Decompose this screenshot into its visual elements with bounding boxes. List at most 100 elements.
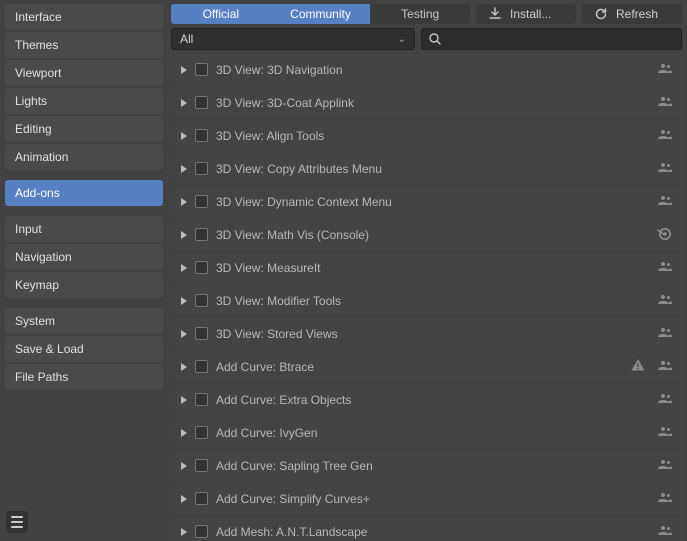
addon-list: 3D View: 3D Navigation 3D View: 3D-Coat A… — [171, 54, 682, 541]
sidebar-item-system[interactable]: System — [5, 308, 163, 334]
sidebar-item-navigation[interactable]: Navigation — [5, 244, 163, 270]
addon-badges — [630, 357, 672, 376]
community-icon — [656, 390, 672, 409]
category-dropdown[interactable]: All ⌄ — [171, 28, 415, 50]
disclosure-triangle[interactable] — [181, 198, 187, 206]
enable-checkbox[interactable] — [195, 492, 208, 505]
addon-badges — [656, 489, 672, 508]
community-icon — [656, 324, 672, 343]
addon-name: Add Mesh: A.N.T.Landscape — [216, 525, 648, 539]
addon-row: Add Curve: Btrace — [171, 351, 682, 382]
addon-badges — [656, 225, 672, 244]
disclosure-triangle[interactable] — [181, 132, 187, 140]
enable-checkbox[interactable] — [195, 63, 208, 76]
enable-checkbox[interactable] — [195, 129, 208, 142]
community-icon — [656, 126, 672, 145]
enable-checkbox[interactable] — [195, 228, 208, 241]
addon-badges — [656, 258, 672, 277]
support-level-tabs: OfficialCommunityTesting — [171, 4, 470, 24]
addon-row: Add Curve: Extra Objects — [171, 384, 682, 415]
search-field[interactable] — [421, 28, 682, 50]
addon-row: 3D View: 3D Navigation — [171, 54, 682, 85]
enable-checkbox[interactable] — [195, 459, 208, 472]
sidebar-item-lights[interactable]: Lights — [5, 88, 163, 114]
addon-row: 3D View: Math Vis (Console) — [171, 219, 682, 250]
enable-checkbox[interactable] — [195, 393, 208, 406]
enable-checkbox[interactable] — [195, 195, 208, 208]
addon-name: 3D View: Stored Views — [216, 327, 648, 341]
enable-checkbox[interactable] — [195, 261, 208, 274]
refresh-icon — [594, 7, 608, 21]
enable-checkbox[interactable] — [195, 294, 208, 307]
addon-badges — [656, 423, 672, 442]
enable-checkbox[interactable] — [195, 360, 208, 373]
sidebar-item-file-paths[interactable]: File Paths — [5, 364, 163, 390]
disclosure-triangle[interactable] — [181, 462, 187, 470]
sidebar-item-add-ons[interactable]: Add-ons — [5, 180, 163, 206]
community-icon — [656, 159, 672, 178]
addon-row: 3D View: Align Tools — [171, 120, 682, 151]
addon-row: Add Curve: Sapling Tree Gen — [171, 450, 682, 481]
disclosure-triangle[interactable] — [181, 396, 187, 404]
search-icon — [428, 32, 442, 46]
addons-toolbar: OfficialCommunityTesting Install... Refr… — [171, 4, 682, 24]
addon-name: 3D View: 3D Navigation — [216, 63, 648, 77]
tab-testing[interactable]: Testing — [370, 4, 470, 24]
sidebar-item-save-load[interactable]: Save & Load — [5, 336, 163, 362]
sidebar-item-viewport[interactable]: Viewport — [5, 60, 163, 86]
sidebar-item-editing[interactable]: Editing — [5, 116, 163, 142]
refresh-label: Refresh — [616, 7, 658, 21]
refresh-button[interactable]: Refresh — [582, 4, 682, 24]
sidebar-item-keymap[interactable]: Keymap — [5, 272, 163, 298]
disclosure-triangle[interactable] — [181, 66, 187, 74]
category-value: All — [180, 32, 193, 46]
addon-badges — [656, 324, 672, 343]
disclosure-triangle[interactable] — [181, 231, 187, 239]
addon-badges — [656, 126, 672, 145]
community-icon — [656, 60, 672, 79]
addon-badges — [656, 522, 672, 541]
enable-checkbox[interactable] — [195, 162, 208, 175]
addon-row: 3D View: 3D-Coat Applink — [171, 87, 682, 118]
community-icon — [656, 192, 672, 211]
addon-row: 3D View: Dynamic Context Menu — [171, 186, 682, 217]
sidebar-item-themes[interactable]: Themes — [5, 32, 163, 58]
addon-name: Add Curve: Simplify Curves+ — [216, 492, 648, 506]
disclosure-triangle[interactable] — [181, 330, 187, 338]
addon-badges — [656, 93, 672, 112]
community-icon — [656, 93, 672, 112]
sidebar-item-animation[interactable]: Animation — [5, 144, 163, 170]
download-icon — [488, 7, 502, 21]
addon-name: 3D View: Modifier Tools — [216, 294, 648, 308]
tab-community[interactable]: Community — [271, 4, 371, 24]
enable-checkbox[interactable] — [195, 96, 208, 109]
addon-badges — [656, 390, 672, 409]
sidebar-item-interface[interactable]: Interface — [5, 4, 163, 30]
disclosure-triangle[interactable] — [181, 363, 187, 371]
addon-badges — [656, 159, 672, 178]
tab-official[interactable]: Official — [171, 4, 271, 24]
addon-row: 3D View: Copy Attributes Menu — [171, 153, 682, 184]
install-button[interactable]: Install... — [476, 4, 576, 24]
addon-badges — [656, 192, 672, 211]
addon-name: Add Curve: IvyGen — [216, 426, 648, 440]
community-icon — [656, 258, 672, 277]
disclosure-triangle[interactable] — [181, 429, 187, 437]
search-input[interactable] — [442, 29, 675, 49]
hamburger-menu[interactable] — [6, 511, 28, 533]
preferences-sidebar: InterfaceThemesViewportLightsEditingAnim… — [0, 0, 168, 541]
addon-name: Add Curve: Sapling Tree Gen — [216, 459, 648, 473]
install-label: Install... — [510, 7, 551, 21]
addon-name: 3D View: Dynamic Context Menu — [216, 195, 648, 209]
sidebar-item-input[interactable]: Input — [5, 216, 163, 242]
disclosure-triangle[interactable] — [181, 495, 187, 503]
disclosure-triangle[interactable] — [181, 297, 187, 305]
disclosure-triangle[interactable] — [181, 264, 187, 272]
enable-checkbox[interactable] — [195, 327, 208, 340]
enable-checkbox[interactable] — [195, 525, 208, 538]
addon-row: Add Mesh: A.N.T.Landscape — [171, 516, 682, 541]
disclosure-triangle[interactable] — [181, 165, 187, 173]
disclosure-triangle[interactable] — [181, 528, 187, 536]
disclosure-triangle[interactable] — [181, 99, 187, 107]
enable-checkbox[interactable] — [195, 426, 208, 439]
